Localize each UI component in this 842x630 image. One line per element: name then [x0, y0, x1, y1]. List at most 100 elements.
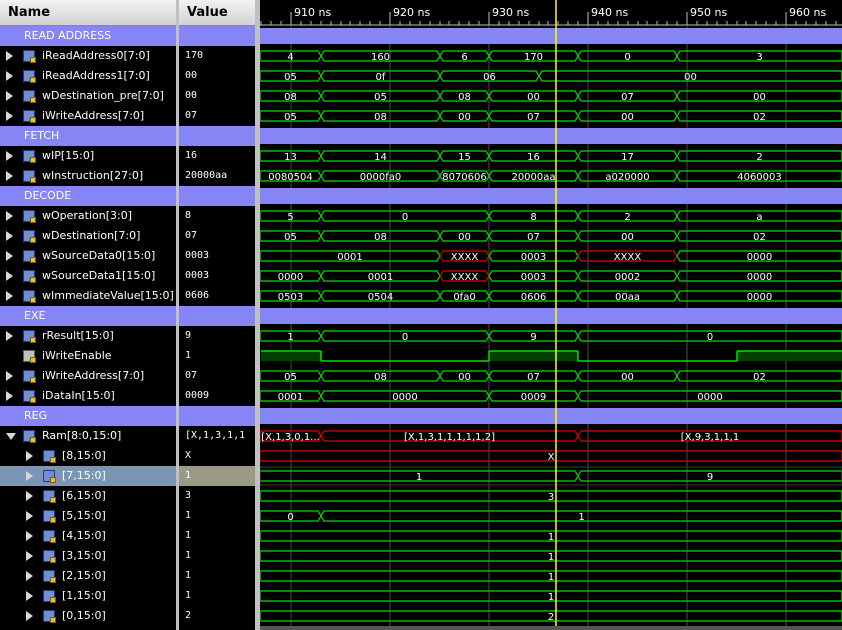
signal-row[interactable]: [5,15:0] [0, 506, 176, 526]
expand-arrow-icon[interactable] [26, 551, 33, 561]
expand-arrow-icon[interactable] [26, 571, 33, 581]
bus-value-label: 8070606 [442, 172, 487, 183]
waveform-canvas[interactable]: 910 ns 920 ns 930 ns 940 ns 950 ns 960 ns4 160… [260, 0, 842, 630]
expand-arrow-icon[interactable] [26, 531, 33, 541]
expand-arrow-icon[interactable] [26, 451, 33, 461]
signal-row[interactable]: [4,15:0] [0, 526, 176, 546]
signal-name: [5,15:0] [62, 509, 106, 522]
signal-value: 1 [185, 470, 192, 481]
signal-row[interactable]: iWriteAddress[7:0] [0, 106, 176, 126]
signal-row[interactable]: wIP[15:0] [0, 146, 176, 166]
waveform-panel[interactable]: 910 ns 920 ns 930 ns 940 ns 950 ns 960 ns 4 160… [260, 0, 842, 630]
expand-arrow-icon[interactable] [6, 391, 13, 401]
group-header[interactable]: REG [0, 406, 176, 426]
bus-value-label: 0503 [278, 292, 303, 303]
bus-value-label: 07 [527, 232, 540, 243]
bus-value-label: 16 [527, 152, 540, 163]
expand-arrow-icon[interactable] [6, 171, 13, 181]
signal-row[interactable]: wDestination[7:0] [0, 226, 176, 246]
expand-arrow-icon[interactable] [6, 371, 13, 381]
bus-value-label: 14 [374, 152, 387, 163]
expand-arrow-icon[interactable] [6, 91, 13, 101]
signal-row[interactable]: [6,15:0] [0, 486, 176, 506]
signal-value: X [185, 450, 192, 461]
expand-arrow-icon[interactable] [6, 211, 13, 221]
expand-arrow-icon[interactable] [6, 331, 13, 341]
signal-value: [X,1,3,1,1 [185, 430, 246, 441]
expand-arrow-icon[interactable] [6, 231, 13, 241]
expand-arrow-icon[interactable] [26, 471, 33, 481]
collapse-arrow-icon[interactable] [6, 433, 16, 440]
signal-row[interactable]: [8,15:0] [0, 446, 176, 466]
ruler-tick-label: 920 ns [393, 6, 430, 19]
group-header[interactable]: EXE [0, 306, 176, 326]
bus-value-label: 0001 [337, 252, 362, 263]
signal-row[interactable]: [1,15:0] [0, 586, 176, 606]
signal-row[interactable]: iWriteEnable [0, 346, 176, 366]
signal-name: FETCH [24, 129, 60, 142]
expand-arrow-icon[interactable] [6, 151, 13, 161]
signal-name-panel: Name READ ADDRESS iReadAddress0[7:0] iRead… [0, 0, 176, 630]
signal-value: 16 [185, 150, 198, 161]
signal-row[interactable]: [7,15:0] [0, 466, 176, 486]
bus-value-label: 00 [684, 72, 697, 83]
bus-value-label: 02 [753, 232, 766, 243]
expand-arrow-icon[interactable] [6, 251, 13, 261]
value-row: 07 [179, 366, 255, 386]
signal-row[interactable]: [3,15:0] [0, 546, 176, 566]
expand-arrow-icon[interactable] [26, 591, 33, 601]
expand-arrow-icon[interactable] [26, 491, 33, 501]
signal-row[interactable]: iWriteAddress[7:0] [0, 366, 176, 386]
bus-value-label: 0000 [392, 392, 417, 403]
bus-value-label: 4 [287, 52, 293, 63]
expand-arrow-icon[interactable] [6, 51, 13, 61]
value-column-header[interactable]: Value [179, 0, 255, 26]
bus-value-label: 00 [621, 372, 634, 383]
bus-value-label: 00 [621, 232, 634, 243]
signal-name: iDataIn[15:0] [42, 389, 115, 402]
bus-icon [23, 170, 36, 183]
ruler-tick-label: 940 ns [591, 6, 628, 19]
signal-row[interactable]: rResult[15:0] [0, 326, 176, 346]
expand-arrow-icon[interactable] [6, 291, 13, 301]
group-header[interactable]: DECODE [0, 186, 176, 206]
signal-row[interactable]: wOperation[3:0] [0, 206, 176, 226]
bus-value-label: X [548, 452, 555, 463]
expand-arrow-icon[interactable] [26, 611, 33, 621]
bit-high-fill [261, 351, 321, 361]
bus-value-label: 0003 [521, 252, 546, 263]
signal-row[interactable]: iReadAddress1[7:0] [0, 66, 176, 86]
signal-row[interactable]: wInstruction[27:0] [0, 166, 176, 186]
group-band [260, 128, 842, 144]
signal-row[interactable]: Ram[8:0,15:0] [0, 426, 176, 446]
expand-arrow-icon[interactable] [6, 271, 13, 281]
selected-row-outline [260, 466, 842, 486]
signal-row[interactable]: wImmediateValue[15:0] [0, 286, 176, 306]
bus-value-label: 1 [548, 572, 554, 583]
expand-arrow-icon[interactable] [6, 111, 13, 121]
group-header[interactable]: READ ADDRESS [0, 26, 176, 46]
signal-row[interactable]: wSourceData0[15:0] [0, 246, 176, 266]
group-header[interactable]: FETCH [0, 126, 176, 146]
signal-row[interactable]: [2,15:0] [0, 566, 176, 586]
expand-arrow-icon[interactable] [6, 71, 13, 81]
bus-icon [43, 570, 56, 583]
signal-value: 07 [185, 370, 198, 381]
signal-row[interactable]: wDestination_pre[7:0] [0, 86, 176, 106]
signal-row[interactable]: iReadAddress0[7:0] [0, 46, 176, 66]
signal-name: EXE [24, 309, 46, 322]
expand-arrow-icon[interactable] [26, 511, 33, 521]
signal-row[interactable]: wSourceData1[15:0] [0, 266, 176, 286]
value-row: 00 [179, 86, 255, 106]
signal-row[interactable]: iDataIn[15:0] [0, 386, 176, 406]
value-row: 1 [179, 506, 255, 526]
bus-value-label: 1 [578, 512, 584, 523]
signal-value: 170 [185, 50, 204, 61]
name-column-header[interactable]: Name [0, 0, 176, 26]
bus-value-label: 0000 [697, 392, 722, 403]
signal-row[interactable]: [0,15:0] [0, 606, 176, 626]
bus-in-icon [23, 390, 36, 403]
signal-value: 8 [185, 210, 192, 221]
signal-name: READ ADDRESS [24, 29, 112, 42]
value-row: 1 [179, 346, 255, 366]
